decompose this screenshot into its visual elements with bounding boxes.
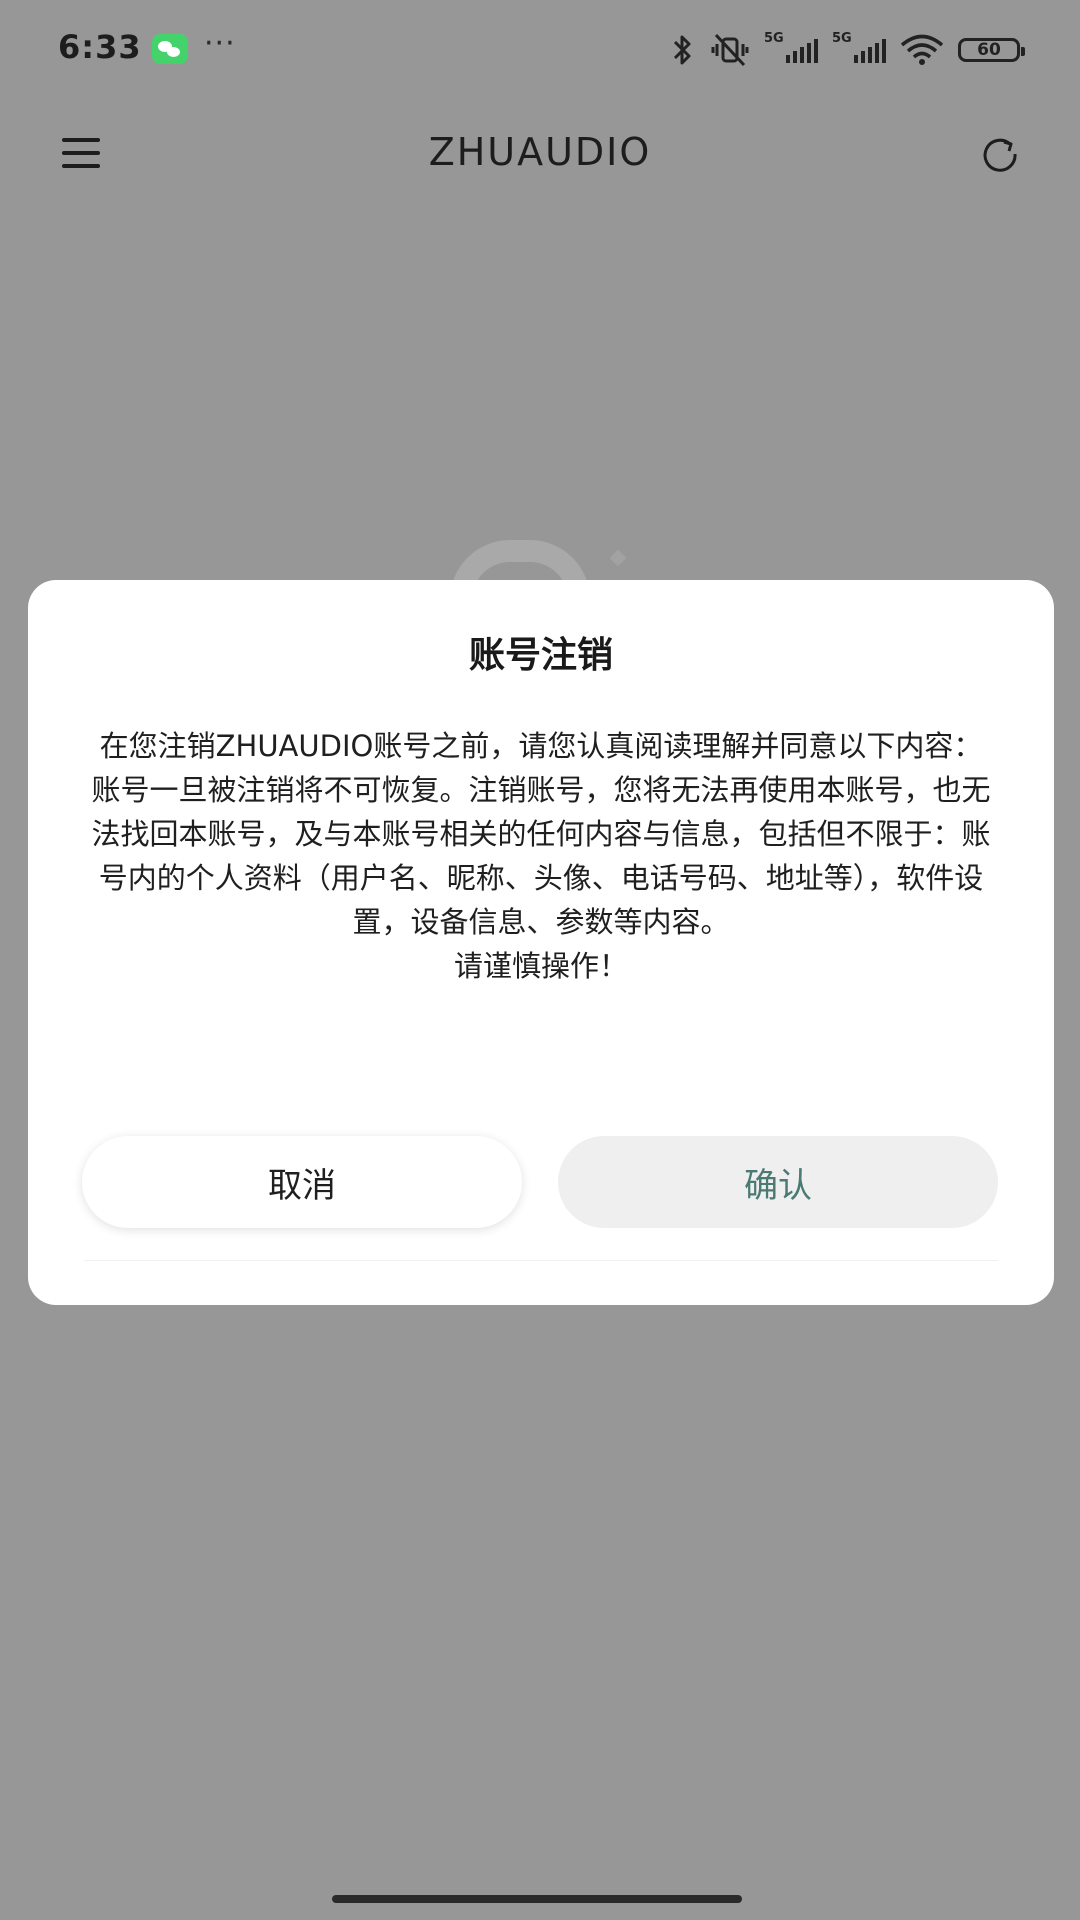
app-title: ZHUAUDIO	[428, 130, 652, 174]
account-deletion-dialog: 账号注销 在您注销ZHUAUDIO账号之前，请您认真阅读理解并同意以下内容： 账…	[28, 580, 1054, 1305]
dialog-intro-text: 在您注销ZHUAUDIO账号之前，请您认真阅读理解并同意以下内容：	[99, 729, 983, 763]
home-indicator[interactable]	[332, 1895, 742, 1903]
background-sparkle-icon	[609, 549, 627, 567]
cancel-button[interactable]: 取消	[82, 1136, 522, 1228]
battery-icon: 60	[958, 38, 1025, 62]
status-time: 6:33	[58, 28, 142, 66]
dialog-title: 账号注销	[468, 635, 613, 676]
bluetooth-icon	[673, 35, 691, 65]
divider	[84, 1260, 998, 1261]
status-icons: 5G 5G 60	[670, 30, 1025, 70]
refresh-icon[interactable]	[980, 136, 1020, 172]
confirm-button[interactable]: 确认	[558, 1136, 998, 1228]
vibrate-mute-icon	[711, 33, 749, 67]
dialog-caution-text: 请谨慎操作！	[453, 949, 628, 983]
dialog-body: 在您注销ZHUAUDIO账号之前，请您认真阅读理解并同意以下内容： 账号一旦被注…	[80, 724, 1002, 988]
cell-signal-2-icon: 5G	[832, 31, 886, 63]
dialog-warning-text: 账号一旦被注销将不可恢复。注销账号，您将无法再使用本账号，也无法找回本账号，及与…	[91, 773, 991, 939]
wechat-notification-icon	[152, 34, 188, 64]
cell-signal-1-icon: 5G	[764, 31, 818, 63]
wifi-icon	[900, 34, 944, 65]
more-notifications-icon: ···	[204, 26, 236, 61]
status-bar: 6:33 ··· 5G 5G 60	[0, 0, 1080, 100]
